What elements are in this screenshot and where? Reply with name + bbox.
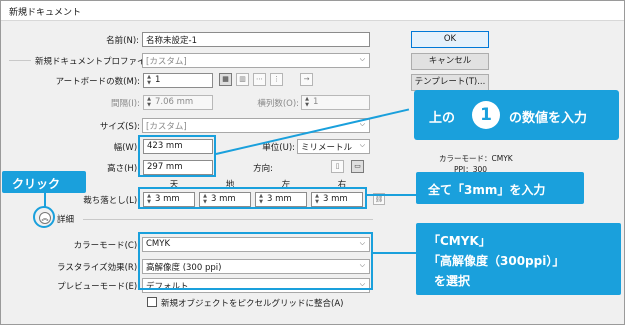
artboards-label: アートボードの数(M): xyxy=(55,77,140,87)
window-title: 新規ドキュメント xyxy=(9,8,82,18)
name-label: 名前(N): xyxy=(106,36,139,46)
raster-label: ラスタライズ効果(R): xyxy=(57,263,140,273)
stepper-arrows-icon[interactable]: ▲ ▼ xyxy=(304,96,310,108)
input-callout-post: の数値を入力 xyxy=(509,111,588,126)
advanced-highlight-box xyxy=(138,232,373,290)
chevron-down-icon: ⌵ xyxy=(359,141,365,149)
click-callout-text: クリック xyxy=(12,177,61,191)
size-highlight-box xyxy=(138,135,216,177)
height-label: 高さ(H): xyxy=(107,164,140,174)
advanced-label: 詳細 xyxy=(57,215,75,225)
stepper-arrows-icon[interactable]: ▲ ▼ xyxy=(146,96,152,108)
profile-group-line xyxy=(9,60,31,61)
click-callout: クリック xyxy=(2,171,86,193)
advanced-callout-line xyxy=(373,252,419,254)
profile-value: [カスタム] xyxy=(146,57,187,67)
spacing-label: 間隔(I): xyxy=(110,99,140,109)
columns-stepper[interactable]: ▲ ▼ 1 xyxy=(301,95,370,110)
landscape-icon[interactable]: ▭ xyxy=(351,160,364,173)
artboards-stepper[interactable]: ▲ ▼ 1 xyxy=(143,73,213,88)
grid-by-row-icon[interactable]: ▦ xyxy=(219,73,232,86)
align-pixel-checkbox[interactable] xyxy=(147,297,157,307)
bleed-callout-text: 全て「3mm」を入力 xyxy=(428,183,546,197)
size-label: サイズ(S): xyxy=(99,122,140,132)
columns-label: 横列数(O): xyxy=(257,99,299,109)
bleed-highlight-box xyxy=(138,187,367,209)
toggle-highlight-circle xyxy=(33,206,55,228)
preview-label: プレビューモード(E): xyxy=(57,282,140,292)
advanced-callout: 「CMYK」 「高解像度（300ppi）」 を選択 xyxy=(416,223,621,295)
bleed-callout: 全て「3mm」を入力 xyxy=(416,172,584,204)
spacing-value: 7.06 mm xyxy=(155,97,194,107)
artboards-value: 1 xyxy=(155,75,161,85)
advanced-callout-line-2: 「高解像度（300ppi）」 xyxy=(428,254,565,268)
input-callout: 上の 1 の数値を入力 xyxy=(414,90,619,140)
info-color-mode: カラーモード：CMYK xyxy=(439,154,513,163)
advanced-separator xyxy=(83,219,373,220)
cancel-button[interactable]: キャンセル xyxy=(411,53,489,70)
portrait-icon[interactable]: ▯ xyxy=(331,160,344,173)
unit-select[interactable]: ミリメートル ⌵ xyxy=(297,139,370,154)
spacing-stepper[interactable]: ▲ ▼ 7.06 mm xyxy=(143,95,213,110)
right-to-left-icon[interactable]: → xyxy=(300,73,313,86)
input-callout-pre: 上の xyxy=(429,111,456,126)
advanced-callout-line-3: を選択 xyxy=(434,274,471,288)
grid-by-column-icon[interactable]: ▥ xyxy=(236,73,249,86)
bleed-callout-line xyxy=(367,194,419,196)
template-button[interactable]: テンプレート(T)... xyxy=(411,74,489,91)
ok-button[interactable]: OK xyxy=(411,31,489,48)
align-pixel-label: 新規オブジェクトをピクセルグリッドに整合(A) xyxy=(161,299,344,309)
step-number-badge: 1 xyxy=(472,101,500,129)
advanced-callout-line-1: 「CMYK」 xyxy=(428,234,491,248)
columns-value: 1 xyxy=(313,97,319,107)
chevron-down-icon: ⌵ xyxy=(359,55,365,63)
bleed-label: 裁ち落とし(L): xyxy=(83,196,140,206)
title-bar: 新規ドキュメント xyxy=(1,1,624,21)
arrange-by-column-icon[interactable]: ⋮ xyxy=(270,73,283,86)
click-callout-line xyxy=(44,191,46,207)
arrange-by-row-icon[interactable]: ⋯ xyxy=(253,73,266,86)
orientation-label: 方向: xyxy=(253,164,273,174)
size-value: [カスタム] xyxy=(146,122,187,132)
stepper-arrows-icon[interactable]: ▲ ▼ xyxy=(146,74,152,86)
width-label: 幅(W): xyxy=(113,143,140,153)
name-field[interactable]: 名称未設定-1 xyxy=(142,32,370,47)
color-mode-label: カラーモード(C): xyxy=(73,241,140,251)
profile-select[interactable]: [カスタム] ⌵ xyxy=(142,53,370,68)
unit-value: ミリメートル xyxy=(301,143,353,153)
